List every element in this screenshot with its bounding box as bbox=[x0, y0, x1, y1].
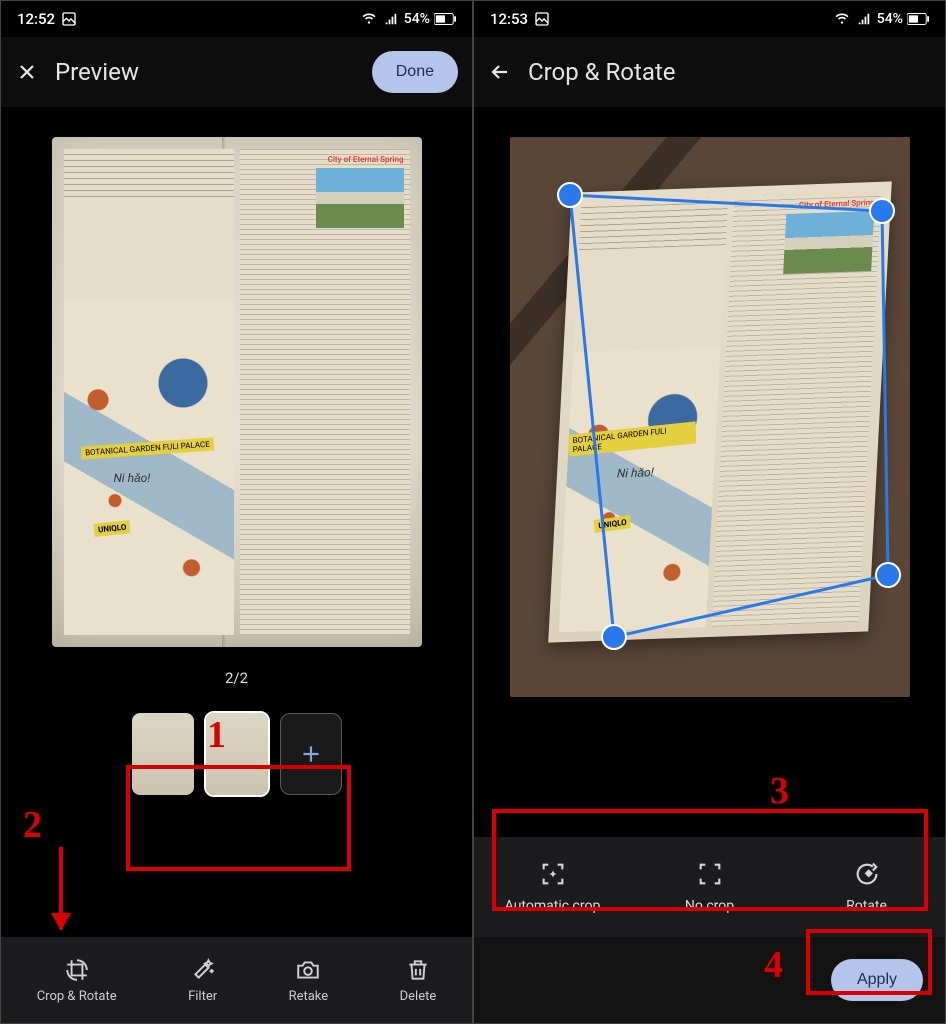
battery-text: 54% bbox=[404, 11, 430, 27]
done-button[interactable]: Done bbox=[372, 51, 458, 93]
header: Preview Done bbox=[1, 37, 472, 107]
filter-button[interactable]: Filter bbox=[188, 957, 217, 1004]
page-counter: 2/2 bbox=[225, 669, 248, 687]
crop-photo[interactable]: Ni hǎo! BOTANICAL GARDEN FULI PALACE UNI… bbox=[510, 137, 910, 697]
article-photo bbox=[316, 168, 404, 228]
close-icon[interactable] bbox=[15, 60, 39, 84]
wifi-icon bbox=[833, 12, 851, 26]
crop-quadrilateral[interactable] bbox=[510, 137, 910, 697]
status-time: 12:53 bbox=[490, 10, 528, 28]
annotation-arrow-2 bbox=[59, 847, 63, 929]
page-title: Crop & Rotate bbox=[528, 58, 675, 86]
signal-icon bbox=[382, 12, 400, 26]
header: Crop & Rotate bbox=[474, 37, 945, 107]
annotation-box-1 bbox=[126, 765, 351, 871]
annotation-3: 3 bbox=[770, 769, 789, 813]
phone-preview: 12:52 54% Preview Done Ni hǎo! BOTANICAL… bbox=[0, 0, 473, 1024]
magic-wand-icon bbox=[190, 957, 216, 983]
status-bar: 12:53 54% bbox=[474, 1, 945, 37]
annotation-1: 1 bbox=[207, 713, 226, 757]
crop-handle-br[interactable] bbox=[875, 562, 901, 588]
preview-area: Ni hǎo! BOTANICAL GARDEN FULI PALACE UNI… bbox=[1, 107, 472, 801]
status-bar: 12:52 54% bbox=[1, 1, 472, 37]
battery-text: 54% bbox=[877, 11, 903, 27]
crop-handle-bl[interactable] bbox=[601, 624, 627, 650]
delete-button[interactable]: Delete bbox=[400, 957, 437, 1004]
crop-rotate-icon bbox=[64, 957, 90, 983]
back-arrow-icon[interactable] bbox=[488, 60, 512, 84]
annotation-4: 4 bbox=[764, 943, 783, 987]
camera-icon bbox=[295, 957, 321, 983]
crop-rotate-button[interactable]: Crop & Rotate bbox=[37, 957, 117, 1004]
image-icon bbox=[61, 11, 77, 27]
page-title: Preview bbox=[55, 58, 139, 86]
trash-icon bbox=[405, 957, 431, 983]
crop-handle-tr[interactable] bbox=[869, 198, 895, 224]
article-title: City of Eternal Spring bbox=[328, 155, 404, 164]
status-time: 12:52 bbox=[17, 10, 55, 28]
battery-icon bbox=[907, 13, 929, 25]
plus-icon bbox=[298, 741, 324, 767]
retake-button[interactable]: Retake bbox=[289, 957, 329, 1004]
wifi-icon bbox=[360, 12, 378, 26]
illustration-text-nihao: Ni hǎo! bbox=[114, 471, 151, 485]
crop-handle-tl[interactable] bbox=[557, 182, 583, 208]
image-icon bbox=[534, 11, 550, 27]
scanned-page-preview[interactable]: Ni hǎo! BOTANICAL GARDEN FULI PALACE UNI… bbox=[52, 137, 422, 647]
annotation-2: 2 bbox=[23, 803, 42, 847]
phone-crop-rotate: 12:53 54% Crop & Rotate Ni hǎo! BOTANICA… bbox=[473, 0, 946, 1024]
crop-area: Ni hǎo! BOTANICAL GARDEN FULI PALACE UNI… bbox=[474, 107, 945, 697]
signal-icon bbox=[855, 12, 873, 26]
battery-icon bbox=[434, 13, 456, 25]
annotation-box-4 bbox=[806, 929, 932, 995]
annotation-box-3 bbox=[492, 809, 928, 911]
bottom-toolbar: Crop & Rotate Filter Retake Delete bbox=[1, 937, 472, 1023]
